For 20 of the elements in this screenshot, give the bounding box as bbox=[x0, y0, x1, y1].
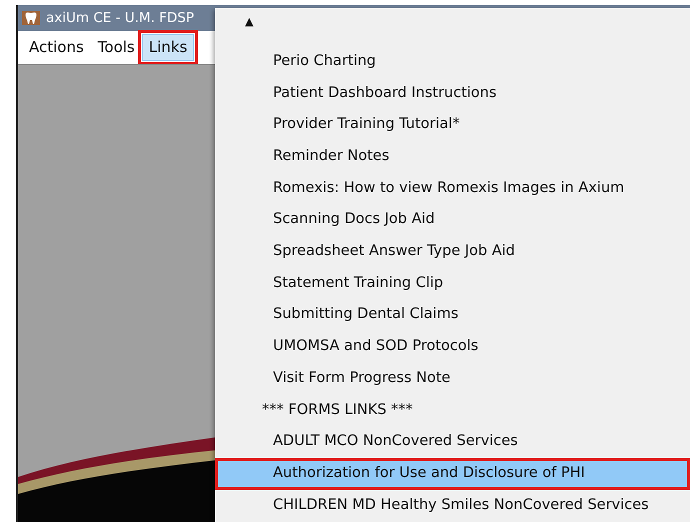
menu-item[interactable]: Romexis: How to view Romexis Images in Axium bbox=[215, 172, 690, 204]
menu-item[interactable]: Perio Charting bbox=[215, 46, 690, 78]
menu-item[interactable]: CHILDREN MD Healthy Smiles NonCovered Services bbox=[215, 490, 690, 522]
menu-item[interactable]: ADULT MCO NonCovered Services bbox=[215, 426, 690, 458]
menu-item[interactable]: Statement Training Clip bbox=[215, 268, 690, 300]
menu-item[interactable]: UMOMSA and SOD Protocols bbox=[215, 331, 690, 363]
menu-item[interactable]: Submitting Dental Claims bbox=[215, 300, 690, 332]
menu-heading: *** FORMS LINKS *** bbox=[261, 400, 414, 420]
menu-item[interactable]: Tools bbox=[90, 34, 142, 62]
menu-item[interactable]: Visit Form Progress Note bbox=[215, 362, 690, 395]
menu-item[interactable]: Scanning Docs Job Aid bbox=[215, 204, 690, 236]
tooth-icon bbox=[22, 10, 40, 26]
menu-item[interactable]: Actions bbox=[22, 34, 91, 62]
scroll-up-arrow[interactable]: ▲ bbox=[245, 16, 254, 27]
menu-item[interactable]: Provider Training Tutorial* bbox=[215, 109, 690, 142]
menu-item[interactable]: Reminder Notes bbox=[215, 141, 690, 173]
menu-item[interactable]: Spreadsheet Answer Type Job Aid bbox=[215, 236, 690, 268]
menu-item[interactable]: Authorization for Use and Disclosure of PHI bbox=[215, 458, 690, 490]
menu-item[interactable]: Patient Dashboard Instructions bbox=[215, 78, 690, 110]
window-title: axiUm CE - U.M. FDSP bbox=[46, 8, 194, 28]
